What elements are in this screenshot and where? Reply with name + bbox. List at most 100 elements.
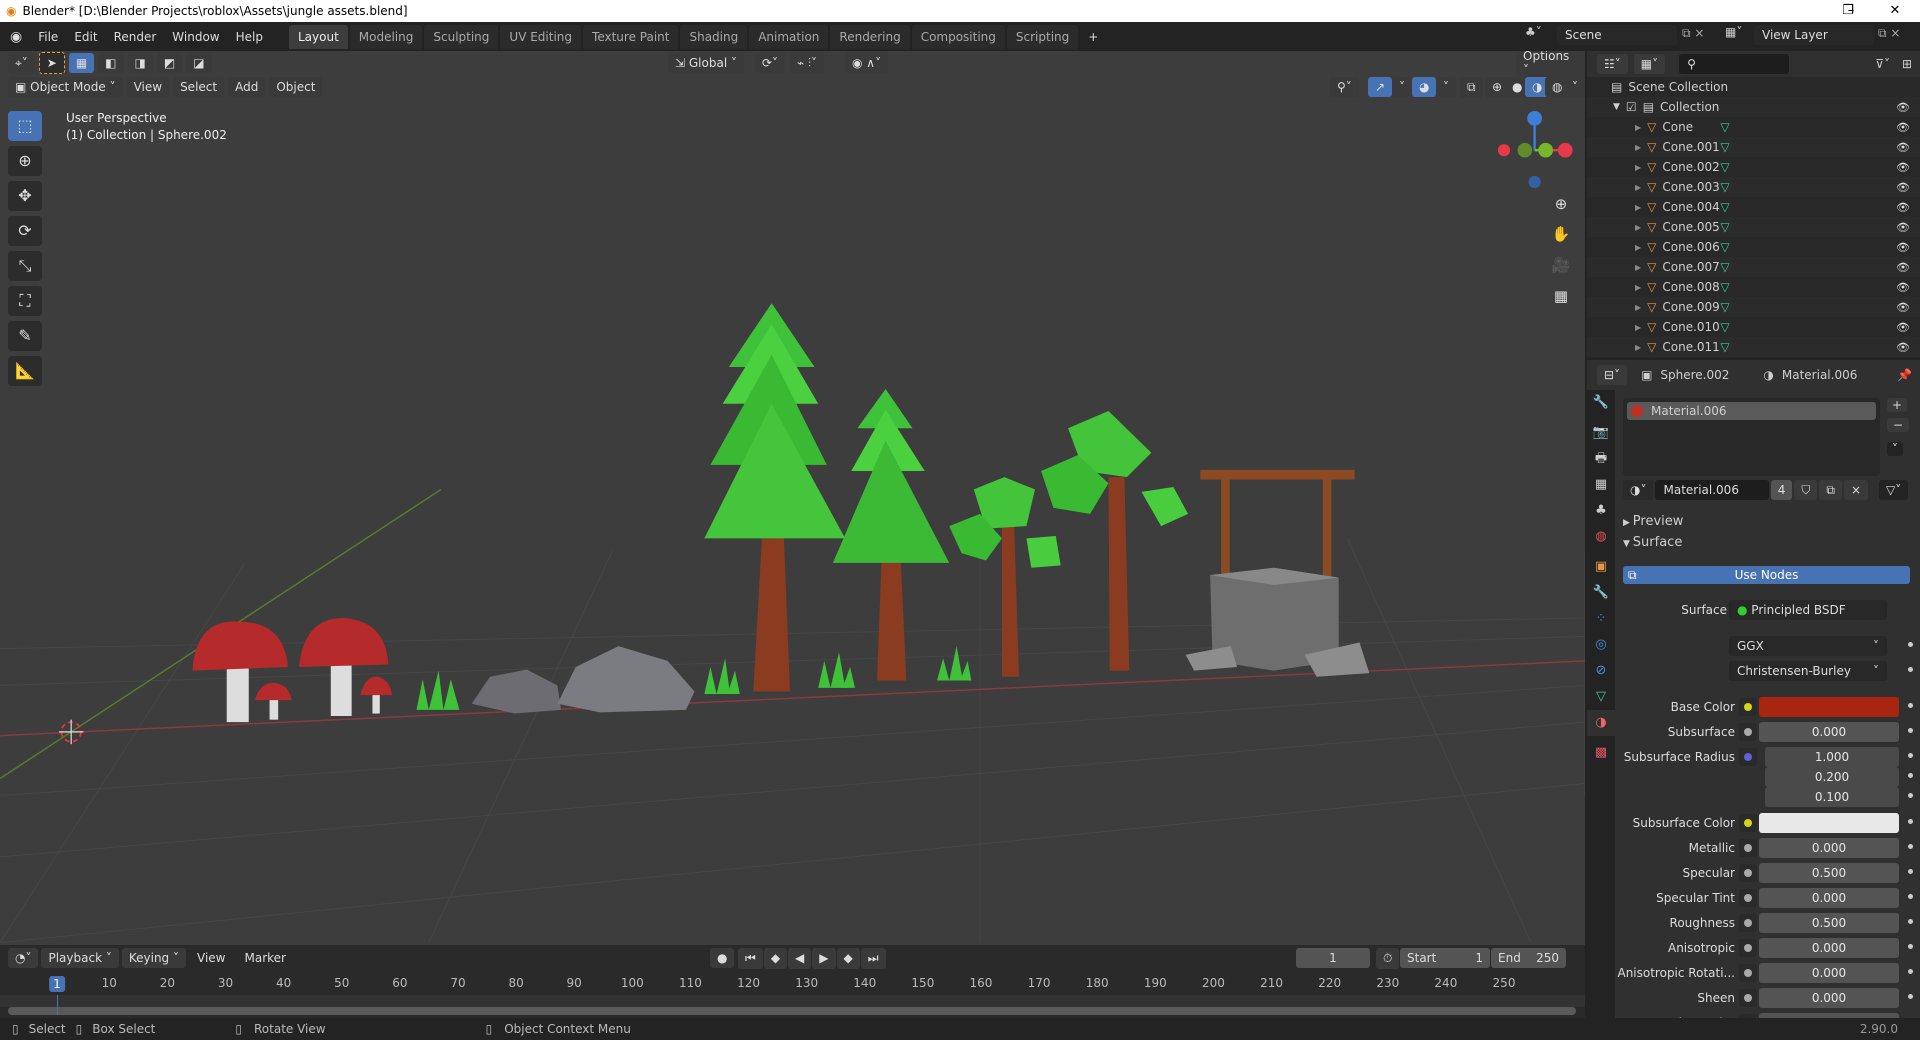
timeline-scrollbar[interactable]: [8, 1007, 1576, 1015]
socket-icon[interactable]: [1739, 864, 1757, 882]
keyframe-dot-icon[interactable]: [1908, 703, 1913, 708]
keying-menu[interactable]: Keying ˅: [121, 948, 186, 968]
material-users-count[interactable]: 4: [1770, 480, 1793, 500]
shading-dropdown[interactable]: ˅: [1565, 77, 1585, 97]
subsurface-radius-field[interactable]: 0.200: [1765, 767, 1899, 787]
expand-icon[interactable]: ▶: [1635, 303, 1641, 312]
world-tab-icon[interactable]: ◍: [1587, 524, 1615, 550]
keyframe-dot-icon[interactable]: [1908, 753, 1913, 758]
browse-material-icon[interactable]: ◑˅: [1623, 480, 1654, 500]
value-slider[interactable]: 0.000: [1759, 988, 1899, 1008]
menu-help[interactable]: Help: [228, 30, 271, 44]
perspective-toggle-icon[interactable]: ▦: [1548, 283, 1574, 309]
start-frame-field[interactable]: Start 1: [1400, 948, 1490, 968]
render-tab-icon[interactable]: 📷: [1587, 420, 1615, 446]
eye-icon[interactable]: 👁: [1896, 281, 1910, 294]
outliner-item[interactable]: ▶ ▽ Cone.011 ▽ 👁: [1587, 337, 1920, 357]
select-mode-intersect-icon[interactable]: ◪: [186, 53, 212, 73]
material-tab-icon[interactable]: ◑: [1587, 710, 1615, 736]
view-layer-new-icon[interactable]: ⧉ ×: [1878, 26, 1900, 41]
pin-icon[interactable]: 📌: [1897, 368, 1912, 382]
value-slider[interactable]: 0.000: [1759, 722, 1899, 742]
eye-icon[interactable]: 👁: [1896, 241, 1910, 254]
keyframe-dot-icon[interactable]: [1908, 728, 1913, 733]
eye-icon[interactable]: 👁: [1896, 261, 1910, 274]
3d-viewport[interactable]: ⌖˅ ➤ ▦ ◧ ◨ ◩ ◪ ⇲ Global ˅ ⟳˅ ⌁ ⫶˅ ◉ ∧˅ O…: [0, 51, 1585, 945]
tab-shading[interactable]: Shading: [680, 24, 748, 49]
keyframe-dot-icon[interactable]: [1908, 894, 1913, 899]
keyframe-dot-icon[interactable]: [1908, 819, 1913, 824]
keyframe-dot-icon[interactable]: [1908, 844, 1913, 849]
socket-icon[interactable]: [1739, 814, 1757, 832]
keyframe-dot-icon[interactable]: [1908, 773, 1913, 778]
outliner-item[interactable]: ▶ ▽ Cone.006 ▽ 👁: [1587, 237, 1920, 257]
overlay-toggle[interactable]: ◕: [1412, 77, 1437, 97]
snap-toggle[interactable]: ⌁ ⫶˅: [790, 52, 825, 74]
properties-editor-type[interactable]: ⊟˅: [1597, 365, 1628, 385]
outliner-item[interactable]: ▶ ▽ Cone.009 ▽ 👁: [1587, 297, 1920, 317]
socket-icon[interactable]: [1739, 698, 1757, 716]
tab-uv-editing[interactable]: UV Editing: [500, 24, 582, 49]
menu-object[interactable]: Object: [269, 77, 323, 97]
select-mode-new-icon[interactable]: ▦: [68, 53, 95, 73]
object-tab-icon[interactable]: ▣: [1587, 554, 1615, 580]
select-box-tool-icon[interactable]: ⬚: [8, 111, 42, 141]
move-tool-icon[interactable]: ✥: [8, 181, 42, 211]
keyframe-dot-icon[interactable]: [1908, 869, 1913, 874]
eye-icon[interactable]: 👁: [1896, 121, 1910, 134]
preview-panel-header[interactable]: ▶ Preview: [1623, 514, 1683, 529]
expand-icon[interactable]: ▶: [1635, 183, 1641, 192]
menu-select[interactable]: Select: [173, 77, 225, 97]
maximize-button[interactable]: ❐: [1825, 0, 1871, 22]
socket-icon[interactable]: [1739, 748, 1757, 766]
outliner-item[interactable]: ▶ ▽ Cone.004 ▽ 👁: [1587, 197, 1920, 217]
jump-start-icon[interactable]: ⏮: [738, 947, 763, 969]
socket-icon[interactable]: [1739, 723, 1757, 741]
rotate-tool-icon[interactable]: ⟳: [8, 216, 42, 246]
scene-tab-icon[interactable]: ♣: [1587, 498, 1615, 524]
menu-add[interactable]: Add: [228, 77, 266, 97]
material-slot[interactable]: Material.006: [1627, 402, 1876, 420]
view-layer-icon[interactable]: ▦˅: [1725, 25, 1742, 39]
fake-user-icon[interactable]: ⛉: [1794, 480, 1818, 500]
slot-specials-button[interactable]: ˅: [1887, 442, 1903, 456]
mode-dropdown[interactable]: ▣ Object Mode ˅: [8, 77, 123, 97]
tab-scripting[interactable]: Scripting: [1006, 24, 1079, 49]
eye-icon[interactable]: 👁: [1896, 301, 1910, 314]
outliner-item[interactable]: ▶ ▽ Cone.010 ▽ 👁: [1587, 317, 1920, 337]
expand-icon[interactable]: ▶: [1635, 123, 1641, 132]
select-tool-button[interactable]: ➤: [38, 52, 65, 74]
outliner-item[interactable]: ▶ ▽ Cone.007 ▽ 👁: [1587, 257, 1920, 277]
output-tab-icon[interactable]: 🖶: [1587, 446, 1615, 472]
physics-tab-icon[interactable]: ◎: [1587, 632, 1615, 658]
blender-menu-icon[interactable]: ◉: [0, 29, 30, 45]
eye-icon[interactable]: 👁: [1896, 221, 1910, 234]
annotate-tool-icon[interactable]: ✎: [8, 321, 42, 351]
select-mode-extend-icon[interactable]: ◧: [98, 53, 124, 73]
pivot-point-dropdown[interactable]: ⟳˅: [755, 53, 786, 73]
duplicate-material-icon[interactable]: ⧉: [1819, 480, 1842, 500]
outliner-item[interactable]: ▶ ▽ Cone ▽ 👁: [1587, 117, 1920, 137]
value-slider[interactable]: 0.000: [1759, 938, 1899, 958]
socket-icon[interactable]: [1739, 839, 1757, 857]
play-reverse-icon[interactable]: ◀: [788, 947, 812, 969]
value-slider[interactable]: 0.000: [1759, 888, 1899, 908]
zoom-view-icon[interactable]: ⊕: [1548, 191, 1574, 217]
socket-icon[interactable]: [1739, 939, 1757, 957]
eye-icon[interactable]: 👁: [1896, 201, 1910, 214]
expand-icon[interactable]: ▶: [1635, 223, 1641, 232]
preview-range-icon[interactable]: ⏱: [1376, 947, 1400, 969]
link-dropdown[interactable]: ▽˅: [1879, 480, 1909, 500]
tab-compositing[interactable]: Compositing: [911, 24, 1005, 49]
data-tab-icon[interactable]: ▽: [1587, 684, 1615, 710]
add-workspace-button[interactable]: +: [1080, 30, 1106, 44]
next-keyframe-icon[interactable]: ◆: [836, 947, 860, 969]
eye-icon[interactable]: 👁: [1896, 181, 1910, 194]
gizmo-dropdown[interactable]: ˅: [1392, 77, 1412, 97]
playhead[interactable]: 1: [49, 976, 65, 992]
outliner-item[interactable]: ▶ ▽ Cone.001 ▽ 👁: [1587, 137, 1920, 157]
transform-tool-icon[interactable]: ⛶: [8, 286, 42, 316]
expand-icon[interactable]: ▶: [1635, 343, 1641, 352]
view-layer-filter-dropdown[interactable]: ▦˅: [1633, 54, 1666, 74]
visibility-dropdown[interactable]: ⚲˅: [1330, 77, 1359, 97]
